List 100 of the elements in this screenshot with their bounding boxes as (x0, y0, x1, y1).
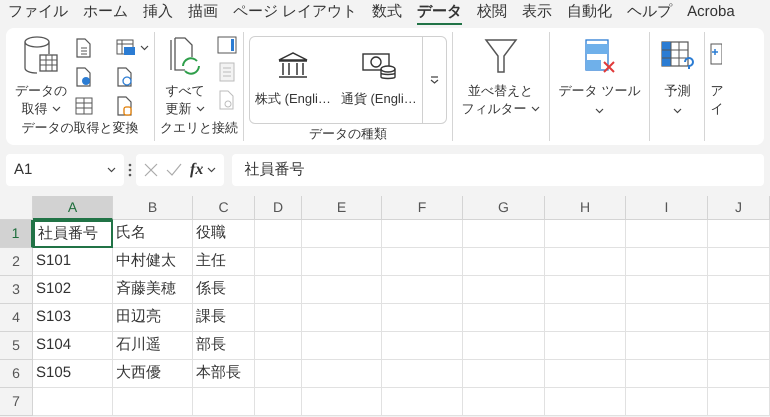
web-file-icon[interactable] (75, 66, 93, 87)
empty-cell (708, 388, 770, 416)
table-cell: S102 (33, 276, 113, 304)
table-cell: 中村健太 (113, 248, 193, 276)
table-cell: S101 (33, 248, 113, 276)
empty-cell (708, 332, 770, 360)
ribbon-large-button[interactable]: 予測 (655, 32, 700, 114)
menu-tab[interactable]: 描画 (188, 1, 218, 25)
button-label: すべて (166, 82, 204, 100)
group-label: クエリと接続 (160, 119, 238, 137)
column-header[interactable]: G (463, 196, 545, 220)
table-cell: 役職 (193, 220, 255, 248)
table-cell: 斉藤美穂 (113, 276, 193, 304)
chevron-down-icon (107, 167, 116, 173)
button-label: 更新 (166, 100, 192, 118)
table-camera-icon[interactable] (116, 39, 136, 58)
menu-tab[interactable]: 表示 (522, 1, 552, 25)
empty-cell (255, 360, 302, 388)
ribbon-large-button[interactable]: データの 取得 (11, 32, 71, 118)
button-label: 予測 (664, 82, 690, 100)
empty-cell (255, 304, 302, 332)
empty-cell (255, 332, 302, 360)
table-cell: 課長 (193, 304, 255, 332)
row-header[interactable]: 5 (0, 332, 33, 360)
row-header[interactable]: 1 (0, 220, 33, 248)
menu-tab[interactable]: ホーム (83, 1, 128, 25)
text-file-icon[interactable] (75, 38, 93, 58)
table-cell: S103 (33, 304, 113, 332)
button-label: ア (710, 82, 724, 100)
table-icon[interactable] (75, 96, 93, 115)
name-box[interactable]: A1 (6, 154, 124, 186)
button-label: データ ツール (558, 82, 640, 100)
empty-cell (193, 388, 255, 416)
data-type-button[interactable]: 株式 (Engli… (250, 37, 336, 123)
money-coins-icon (360, 51, 397, 82)
column-header[interactable]: H (545, 196, 626, 220)
column-header[interactable]: I (626, 196, 708, 220)
row-header[interactable]: 2 (0, 248, 33, 276)
table-cell: 田辺亮 (113, 304, 193, 332)
row-header[interactable]: 7 (0, 388, 33, 416)
column-header[interactable]: F (382, 196, 463, 220)
empty-cell (255, 388, 302, 416)
column-header[interactable]: E (302, 196, 382, 220)
menu-tab[interactable]: 挿入 (143, 1, 173, 25)
check-icon[interactable] (166, 163, 182, 177)
table-cell: 社員番号 (33, 220, 113, 248)
menu-tab[interactable]: Acroba (687, 1, 735, 25)
empty-cell (708, 304, 770, 332)
empty-cell (255, 248, 302, 276)
button-label: 並べ替えと (468, 82, 534, 100)
table-cell: 大西優 (113, 360, 193, 388)
column-header[interactable]: A (33, 196, 113, 220)
formula-field[interactable]: 社員番号 (232, 154, 764, 186)
group-label: データの種類 (308, 125, 387, 143)
table-cell: 氏名 (113, 220, 193, 248)
menu-tab[interactable]: 校閲 (477, 1, 508, 25)
menu-tab[interactable]: ヘルプ (627, 1, 672, 25)
row-header[interactable]: 6 (0, 360, 33, 388)
panel-icon[interactable] (216, 36, 236, 54)
menu-tab[interactable]: ページ レイアウト (233, 1, 358, 25)
button-label: 取得 (22, 100, 48, 118)
row-header[interactable]: 4 (0, 304, 33, 332)
table-cell: 部長 (193, 332, 255, 360)
table-cell: 石川遥 (113, 332, 193, 360)
button-label: データの (15, 82, 67, 100)
menu-tab[interactable]: 数式 (372, 1, 402, 25)
table-cell: 主任 (193, 248, 255, 276)
empty-cell (255, 220, 302, 248)
group-label: データの取得と変換 (22, 119, 138, 137)
column-header[interactable]: B (113, 196, 193, 220)
insert-function-button[interactable]: fx (190, 158, 216, 182)
data-type-button[interactable]: 通貨 (Engli… (336, 37, 422, 123)
chevron-down-icon (207, 167, 216, 173)
ribbon-large-button[interactable]: すべて 更新 (162, 32, 208, 118)
empty-cell (255, 276, 302, 304)
table-cell: S104 (33, 332, 113, 360)
menu-tab[interactable]: 自動化 (567, 1, 612, 25)
ribbon-large-button[interactable]: 並べ替えと フィルター (458, 32, 544, 118)
menu-tab[interactable]: データ (417, 1, 462, 25)
table-cell: 係長 (193, 276, 255, 304)
column-header[interactable]: C (193, 196, 255, 220)
table-cell: S105 (33, 360, 113, 388)
row-header[interactable]: 3 (0, 276, 33, 304)
more-vertical-icon (128, 163, 132, 177)
column-header[interactable]: D (255, 196, 302, 220)
ribbon-large-button[interactable]: データ ツール (554, 32, 644, 114)
database-file-icon[interactable] (116, 96, 134, 116)
chevron-down-icon (140, 45, 149, 52)
empty-cell (708, 360, 770, 388)
table-cell: 本部長 (193, 360, 255, 388)
clock-file-icon[interactable] (116, 66, 134, 87)
empty-cell (708, 220, 770, 248)
button-label: フィルター (462, 100, 527, 118)
column-header[interactable]: J (708, 196, 770, 220)
button-label: イ (710, 100, 724, 118)
empty-cell (708, 276, 770, 304)
more-icon (430, 76, 439, 84)
menu-tab[interactable]: ファイル (8, 1, 68, 25)
ribbon-large-button[interactable]: ア イ (710, 32, 724, 118)
empty-cell (708, 248, 770, 276)
